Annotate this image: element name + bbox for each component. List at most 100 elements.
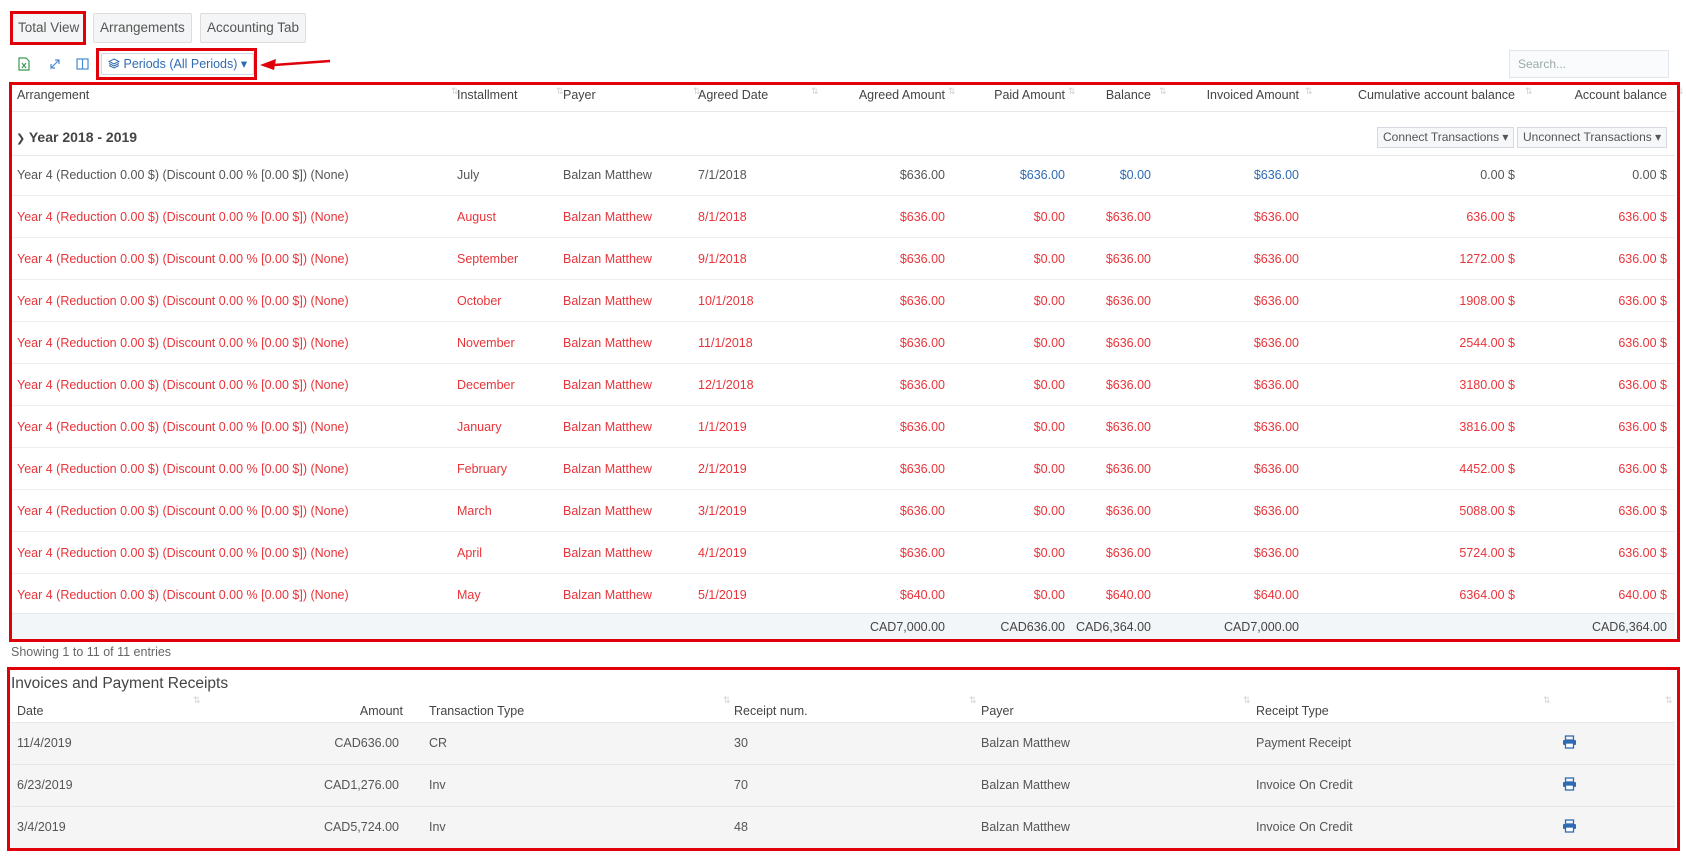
sort-icon[interactable]: ⇅: [948, 86, 955, 97]
search-input[interactable]: [1509, 50, 1669, 78]
tab-total-view[interactable]: Total View: [11, 13, 87, 43]
paid-amount-cell[interactable]: $0.00: [1034, 462, 1065, 476]
col-payer-header[interactable]: Payer: [563, 88, 596, 102]
invoiced-amount-cell[interactable]: $636.00: [1254, 294, 1299, 308]
col-account-balance-header[interactable]: Account balance: [1575, 88, 1667, 102]
sort-icon[interactable]: ⇅: [1243, 695, 1250, 706]
paid-amount-cell[interactable]: $0.00: [1034, 336, 1065, 350]
invoiced-amount-cell[interactable]: $636.00: [1254, 504, 1299, 518]
paid-amount-cell[interactable]: $0.00: [1034, 252, 1065, 266]
paid-amount-cell[interactable]: $0.00: [1034, 294, 1065, 308]
tab-arrangements[interactable]: Arrangements: [93, 13, 192, 43]
table-row[interactable]: Year 4 (Reduction 0.00 $) (Discount 0.00…: [11, 282, 1675, 322]
balance-cell[interactable]: $636.00: [1106, 504, 1151, 518]
tab-accounting[interactable]: Accounting Tab: [200, 13, 307, 43]
receipt-row[interactable]: 6/23/2019 CAD1,276.00 Inv 70 Balzan Matthew I…: [11, 765, 1675, 807]
table-row[interactable]: Year 4 (Reduction 0.00 $) (Discount 0.00…: [11, 576, 1675, 616]
expand-icon[interactable]: [46, 55, 64, 73]
sort-icon[interactable]: ⇅: [1159, 86, 1166, 97]
invoiced-amount-cell[interactable]: $636.00: [1254, 252, 1299, 266]
balance-cell[interactable]: $636.00: [1106, 294, 1151, 308]
balance-cell[interactable]: $0.00: [1120, 168, 1151, 182]
balance-cell[interactable]: $636.00: [1106, 336, 1151, 350]
col-arrangement-header[interactable]: Arrangement: [17, 88, 89, 102]
paid-amount-cell[interactable]: $0.00: [1034, 420, 1065, 434]
col-paid-amount-header[interactable]: Paid Amount: [994, 88, 1065, 102]
sort-icon[interactable]: ⇅: [1305, 86, 1312, 97]
sort-icon[interactable]: ⇅: [723, 695, 730, 706]
balance-cell[interactable]: $640.00: [1106, 588, 1151, 602]
paid-amount-cell[interactable]: $0.00: [1034, 378, 1065, 392]
balance-cell[interactable]: $636.00: [1106, 462, 1151, 476]
periods-dropdown[interactable]: Periods (All Periods) ▾: [101, 53, 255, 75]
sort-icon[interactable]: ⇅: [969, 695, 976, 706]
invoiced-amount-cell[interactable]: $636.00: [1254, 210, 1299, 224]
arrangement-cell: Year 4 (Reduction 0.00 $) (Discount 0.00…: [17, 462, 349, 476]
print-icon[interactable]: [1562, 819, 1578, 835]
table-row[interactable]: Year 4 (Reduction 0.00 $) (Discount 0.00…: [11, 408, 1675, 448]
agreed-date-cell: 5/1/2019: [698, 588, 747, 602]
paid-amount-cell[interactable]: $0.00: [1034, 588, 1065, 602]
print-icon[interactable]: [1562, 777, 1578, 793]
installment-cell: August: [457, 210, 496, 224]
invoiced-amount-cell[interactable]: $640.00: [1254, 588, 1299, 602]
table-row[interactable]: Year 4 (Reduction 0.00 $) (Discount 0.00…: [11, 534, 1675, 574]
col-balance-header[interactable]: Balance: [1106, 88, 1151, 102]
sort-icon[interactable]: ⇅: [811, 86, 818, 97]
balance-cell[interactable]: $636.00: [1106, 378, 1151, 392]
installment-cell: February: [457, 462, 508, 476]
date-cell: 11/4/2019: [17, 736, 72, 750]
receipt-row[interactable]: 3/4/2019 CAD5,724.00 Inv 48 Balzan Matthew In…: [11, 807, 1675, 849]
col-amount-header[interactable]: Amount: [360, 704, 403, 718]
sort-icon[interactable]: ⇅: [1525, 86, 1532, 97]
invoiced-amount-cell[interactable]: $636.00: [1254, 378, 1299, 392]
balance-cell[interactable]: $636.00: [1106, 420, 1151, 434]
paid-amount-cell[interactable]: $0.00: [1034, 210, 1065, 224]
receipt-row[interactable]: 11/4/2019 CAD636.00 CR 30 Balzan Matthew Paym…: [11, 723, 1675, 765]
col-transaction-type-header[interactable]: Transaction Type: [429, 704, 524, 718]
col-cumulative-balance-header[interactable]: Cumulative account balance: [1358, 88, 1515, 102]
unconnect-transactions-button[interactable]: Unconnect Transactions ▾: [1517, 127, 1668, 148]
table-row[interactable]: Year 4 (Reduction 0.00 $) (Discount 0.00…: [11, 156, 1675, 196]
sort-icon[interactable]: ⇅: [1543, 695, 1550, 706]
paid-amount-cell[interactable]: $0.00: [1034, 504, 1065, 518]
sort-icon[interactable]: ⇅: [1665, 695, 1672, 706]
paid-amount-cell[interactable]: $636.00: [1020, 168, 1065, 182]
col-receipt-num-header[interactable]: Receipt num.: [734, 704, 808, 718]
balance-cell[interactable]: $636.00: [1106, 546, 1151, 560]
sort-icon[interactable]: ⇅: [451, 86, 458, 97]
excel-export-icon[interactable]: [15, 55, 33, 73]
sort-icon[interactable]: ⇅: [1676, 86, 1683, 97]
table-row[interactable]: Year 4 (Reduction 0.00 $) (Discount 0.00…: [11, 450, 1675, 490]
account-balance-cell: 636.00 $: [1618, 336, 1667, 350]
balance-cell[interactable]: $636.00: [1106, 252, 1151, 266]
col-invoiced-amount-header[interactable]: Invoiced Amount: [1207, 88, 1299, 102]
sort-icon[interactable]: ⇅: [1068, 86, 1075, 97]
col-agreed-date-header[interactable]: Agreed Date: [698, 88, 768, 102]
table-row[interactable]: Year 4 (Reduction 0.00 $) (Discount 0.00…: [11, 324, 1675, 364]
print-icon[interactable]: [1562, 735, 1578, 751]
paid-amount-cell[interactable]: $0.00: [1034, 546, 1065, 560]
connect-transactions-button[interactable]: Connect Transactions ▾: [1377, 127, 1515, 148]
col-date-header[interactable]: Date: [17, 704, 43, 718]
invoiced-amount-cell[interactable]: $636.00: [1254, 546, 1299, 560]
col-agreed-amount-header[interactable]: Agreed Amount: [859, 88, 945, 102]
columns-icon[interactable]: [73, 55, 91, 73]
invoiced-amount-cell[interactable]: $636.00: [1254, 168, 1299, 182]
receipts-table-header: Date Amount Transaction Type Receipt num. Pa…: [11, 695, 1675, 723]
invoiced-amount-cell[interactable]: $636.00: [1254, 462, 1299, 476]
table-row[interactable]: Year 4 (Reduction 0.00 $) (Discount 0.00…: [11, 198, 1675, 238]
table-row[interactable]: Year 4 (Reduction 0.00 $) (Discount 0.00…: [11, 492, 1675, 532]
invoiced-amount-cell[interactable]: $636.00: [1254, 420, 1299, 434]
col-receipt-type-header[interactable]: Receipt Type: [1256, 704, 1329, 718]
table-row[interactable]: Year 4 (Reduction 0.00 $) (Discount 0.00…: [11, 240, 1675, 280]
transaction-type-cell: Inv: [429, 778, 446, 792]
sort-icon[interactable]: ⇅: [556, 86, 563, 97]
group-title[interactable]: ❯ Year 2018 - 2019: [16, 129, 137, 145]
col-payer-header[interactable]: Payer: [981, 704, 1014, 718]
sort-icon[interactable]: ⇅: [193, 695, 200, 706]
col-installment-header[interactable]: Installment: [457, 88, 517, 102]
invoiced-amount-cell[interactable]: $636.00: [1254, 336, 1299, 350]
table-row[interactable]: Year 4 (Reduction 0.00 $) (Discount 0.00…: [11, 366, 1675, 406]
balance-cell[interactable]: $636.00: [1106, 210, 1151, 224]
